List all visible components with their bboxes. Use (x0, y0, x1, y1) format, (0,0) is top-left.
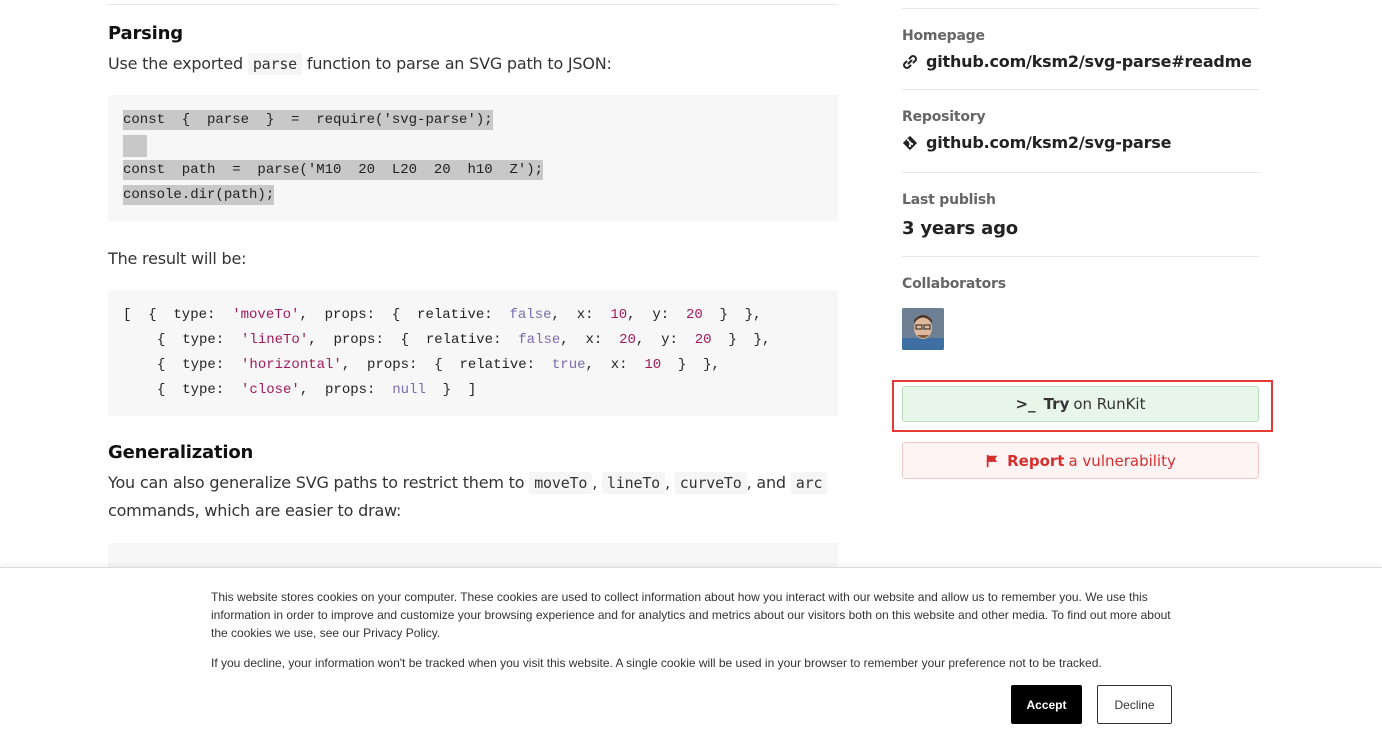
code-number: 20 (619, 332, 636, 348)
code-number: 10 (644, 357, 662, 373)
generalization-text-2: commands, which are easier to draw: (108, 501, 402, 520)
last-publish-label: Last publish (902, 192, 996, 208)
code-token: } }, (661, 357, 720, 373)
repository-url[interactable]: github.com/ksm2/svg-parse (926, 133, 1171, 152)
parse-code-block: const { parse } = require('svg-parse'); … (108, 95, 838, 221)
homepage-label: Homepage (902, 28, 985, 44)
separator: , and (746, 473, 786, 492)
code-token: [ { type: (123, 307, 233, 323)
sidebar-divider (902, 8, 1259, 9)
last-publish-value: 3 years ago (902, 218, 1018, 239)
code-token: , props: { relative: (341, 357, 552, 373)
result-code-block: [ { type: 'moveTo', props: { relative: f… (108, 290, 838, 416)
sidebar-divider (902, 89, 1259, 90)
code-token: } }, (702, 307, 762, 323)
try-on-runkit-button[interactable]: >_ Try on RunKit (902, 386, 1259, 422)
flag-icon (986, 454, 998, 467)
code-keyword: null (392, 382, 426, 398)
sidebar-divider (902, 172, 1259, 173)
code-token: , x: (551, 307, 611, 323)
code-keyword: false (518, 332, 561, 348)
report-rest-label: a vulnerability (1068, 451, 1176, 470)
code-string: 'horizontal' (241, 357, 342, 373)
code-token: , props: { relative: (299, 307, 510, 323)
decline-cookies-button[interactable]: Decline (1097, 685, 1172, 724)
code-token: , props: (299, 382, 393, 398)
terminal-prompt-icon: >_ (1015, 395, 1036, 413)
code-keyword: false (509, 307, 552, 323)
result-line-2: { type: 'lineTo', props: { relative: fal… (157, 330, 770, 350)
code-token: , props: { relative: (308, 332, 519, 348)
result-line-3: { type: 'horizontal', props: { relative:… (157, 355, 720, 375)
generalization-heading: Generalization (108, 442, 254, 463)
code-token: { type: (157, 332, 242, 348)
parse-inline-code: parse (247, 53, 302, 75)
code-line-1: const { parse } = require('svg-parse'); (123, 110, 493, 130)
parsing-heading: Parsing (108, 23, 183, 44)
code-line-3: console.dir(path); (123, 185, 275, 205)
collaborator-avatar[interactable] (902, 308, 944, 350)
homepage-link[interactable]: github.com/ksm2/svg-parse#readme (902, 52, 1252, 71)
code-token: , x: (585, 357, 645, 373)
link-icon (903, 54, 917, 69)
code-line-2: const path = parse('M10 20 L20 20 h10 Z'… (123, 160, 544, 180)
code-token: } }, (711, 332, 771, 348)
sidebar-divider (902, 256, 1259, 257)
cookie-paragraph-2: If you decline, your information won't b… (211, 656, 1102, 670)
result-line-1: [ { type: 'moveTo', props: { relative: f… (123, 305, 762, 325)
code-token: , y: (627, 307, 686, 323)
code-string: 'close' (241, 382, 300, 398)
code-token: { type: (157, 357, 242, 373)
code-token: { type: (157, 382, 242, 398)
avatar-image (902, 308, 944, 350)
moveto-inline-code: moveTo (529, 472, 593, 494)
result-text: The result will be: (108, 249, 247, 268)
report-vulnerability-button[interactable]: Report a vulnerability (902, 442, 1259, 479)
report-label: Report (1007, 451, 1065, 470)
repository-link[interactable]: github.com/ksm2/svg-parse (902, 133, 1171, 152)
separator: , (665, 473, 670, 492)
arc-inline-code: arc (790, 472, 828, 494)
code-number: 20 (685, 307, 703, 323)
accept-cookies-button[interactable]: Accept (1011, 685, 1082, 724)
curveto-inline-code: curveTo (674, 472, 747, 494)
cookie-banner: This website stores cookies on your comp… (0, 567, 1382, 742)
code-token: , y: (635, 332, 695, 348)
result-line-4: { type: 'close', props: null } ] (157, 380, 476, 400)
repository-label: Repository (902, 109, 986, 125)
code-number: 20 (694, 332, 712, 348)
code-token: , x: (560, 332, 620, 348)
git-icon (902, 135, 918, 150)
generalization-text-1: You can also generalize SVG paths to res… (108, 473, 525, 492)
generalization-description: You can also generalize SVG paths to res… (108, 469, 838, 525)
runkit-try-label: Try (1043, 395, 1070, 413)
separator: , (592, 473, 598, 492)
parsing-description: Use the exported parse function to parse… (108, 50, 838, 78)
lineto-inline-code: lineTo (602, 472, 665, 494)
runkit-rest-label: on RunKit (1073, 395, 1146, 413)
code-token: } ] (425, 382, 477, 398)
parsing-text-before: Use the exported (108, 54, 243, 73)
cookie-paragraph-1: This website stores cookies on your comp… (211, 590, 1171, 640)
code-number: 10 (610, 307, 628, 323)
top-divider (108, 4, 838, 5)
code-string: 'lineTo' (241, 332, 309, 348)
code-keyword: true (551, 357, 586, 373)
homepage-url[interactable]: github.com/ksm2/svg-parse#readme (926, 52, 1252, 71)
parsing-text-after: function to parse an SVG path to JSON: (306, 54, 612, 73)
code-line-blank (123, 135, 147, 157)
collaborators-label: Collaborators (902, 276, 1006, 292)
code-string: 'moveTo' (232, 307, 300, 323)
